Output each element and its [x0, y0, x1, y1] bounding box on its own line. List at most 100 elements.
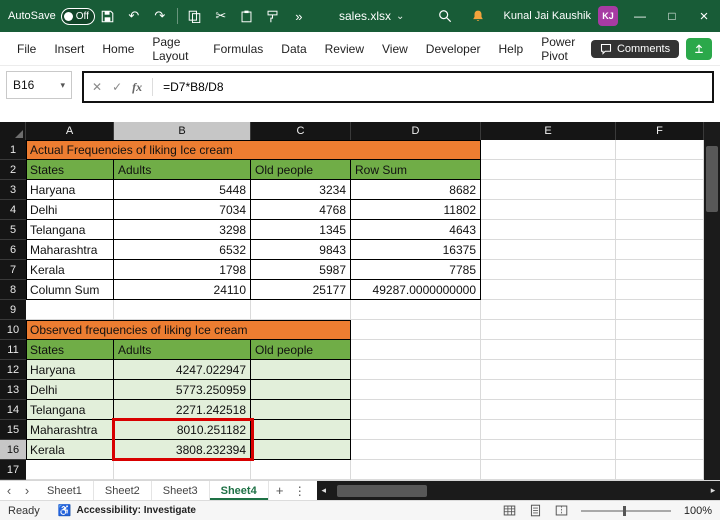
- row-header-3[interactable]: 3: [0, 180, 26, 200]
- cell-B4[interactable]: 7034: [114, 200, 251, 220]
- cell-B5[interactable]: 3298: [114, 220, 251, 240]
- cell-A16[interactable]: Kerala: [26, 440, 114, 460]
- comments-button[interactable]: Comments: [591, 40, 679, 58]
- page-break-preview-icon[interactable]: [555, 504, 568, 517]
- vertical-scroll-thumb[interactable]: [706, 146, 718, 212]
- cell-A5[interactable]: Telangana: [26, 220, 114, 240]
- cell-A1[interactable]: Actual Frequencies of liking Ice cream: [26, 140, 481, 160]
- sheet-tab-sheet1[interactable]: Sheet1: [36, 481, 94, 500]
- next-sheet-button[interactable]: ›: [18, 481, 36, 500]
- cell-F16[interactable]: [616, 440, 704, 460]
- cell-D4[interactable]: 11802: [351, 200, 481, 220]
- cell-E17[interactable]: [481, 460, 616, 480]
- cell-B17[interactable]: [114, 460, 251, 480]
- cell-F8[interactable]: [616, 280, 704, 300]
- cell-D17[interactable]: [351, 460, 481, 480]
- cell-F13[interactable]: [616, 380, 704, 400]
- column-header-A[interactable]: A: [26, 122, 114, 140]
- normal-view-icon[interactable]: [503, 504, 516, 517]
- ribbon-tab-data[interactable]: Data: [272, 42, 315, 56]
- cell-A8[interactable]: Column Sum: [26, 280, 114, 300]
- row-header-14[interactable]: 14: [0, 400, 26, 420]
- cell-D16[interactable]: [351, 440, 481, 460]
- autosave-toggle[interactable]: Off: [61, 8, 95, 25]
- cell-D5[interactable]: 4643: [351, 220, 481, 240]
- paste-icon[interactable]: [237, 5, 257, 27]
- cell-D3[interactable]: 8682: [351, 180, 481, 200]
- cell-A2[interactable]: States: [26, 160, 114, 180]
- page-layout-view-icon[interactable]: [529, 504, 542, 517]
- cell-E3[interactable]: [481, 180, 616, 200]
- cell-A13[interactable]: Delhi: [26, 380, 114, 400]
- cancel-icon[interactable]: ✕: [92, 80, 102, 94]
- document-title[interactable]: sales.xlsx ⌄: [339, 9, 404, 23]
- cell-F5[interactable]: [616, 220, 704, 240]
- cell-E8[interactable]: [481, 280, 616, 300]
- cell-C6[interactable]: 9843: [251, 240, 351, 260]
- cell-F10[interactable]: [616, 320, 704, 340]
- cell-B11[interactable]: Adults: [114, 340, 251, 360]
- name-box-dropdown-icon[interactable]: ▾: [60, 80, 65, 91]
- horizontal-scroll-thumb[interactable]: [337, 485, 427, 497]
- prev-sheet-button[interactable]: ‹: [0, 481, 18, 500]
- accessibility-status[interactable]: Accessibility: Investigate: [77, 505, 197, 516]
- cell-B2[interactable]: Adults: [114, 160, 251, 180]
- cell-D15[interactable]: [351, 420, 481, 440]
- minimize-button[interactable]: —: [624, 0, 656, 32]
- cell-E11[interactable]: [481, 340, 616, 360]
- ribbon-tab-home[interactable]: Home: [93, 42, 143, 56]
- cell-A14[interactable]: Telangana: [26, 400, 114, 420]
- alert-icon[interactable]: [468, 5, 488, 27]
- cell-A12[interactable]: Haryana: [26, 360, 114, 380]
- row-header-5[interactable]: 5: [0, 220, 26, 240]
- row-header-4[interactable]: 4: [0, 200, 26, 220]
- cell-A10[interactable]: Observed frequencies of liking Ice cream: [26, 320, 351, 340]
- cell-D11[interactable]: [351, 340, 481, 360]
- cell-E14[interactable]: [481, 400, 616, 420]
- cell-C7[interactable]: 5987: [251, 260, 351, 280]
- cell-F6[interactable]: [616, 240, 704, 260]
- cell-D7[interactable]: 7785: [351, 260, 481, 280]
- ribbon-tab-help[interactable]: Help: [490, 42, 533, 56]
- cell-F3[interactable]: [616, 180, 704, 200]
- ribbon-tab-view[interactable]: View: [373, 42, 417, 56]
- scroll-right-icon[interactable]: ▸: [706, 485, 720, 496]
- zoom-slider-knob[interactable]: [623, 506, 626, 516]
- cell-C12[interactable]: [251, 360, 351, 380]
- undo-icon[interactable]: ↶: [124, 5, 144, 27]
- ribbon-tab-power-pivot[interactable]: Power Pivot: [532, 35, 591, 63]
- ribbon-tab-insert[interactable]: Insert: [45, 42, 93, 56]
- cell-A7[interactable]: Kerala: [26, 260, 114, 280]
- cell-F2[interactable]: [616, 160, 704, 180]
- row-header-9[interactable]: 9: [0, 300, 26, 320]
- enter-icon[interactable]: ✓: [112, 80, 122, 94]
- cell-C14[interactable]: [251, 400, 351, 420]
- sheet-options-icon[interactable]: ⋮: [291, 481, 309, 500]
- row-header-8[interactable]: 8: [0, 280, 26, 300]
- sheet-tab-sheet3[interactable]: Sheet3: [152, 481, 210, 500]
- row-header-12[interactable]: 12: [0, 360, 26, 380]
- cell-B9[interactable]: [114, 300, 251, 320]
- cell-E15[interactable]: [481, 420, 616, 440]
- account-control[interactable]: Kunal Jai Kaushik KJ: [504, 6, 618, 26]
- cell-A6[interactable]: Maharashtra: [26, 240, 114, 260]
- column-header-F[interactable]: F: [616, 122, 704, 140]
- cell-E6[interactable]: [481, 240, 616, 260]
- cell-C5[interactable]: 1345: [251, 220, 351, 240]
- more-commands-icon[interactable]: »: [289, 5, 309, 27]
- cell-F12[interactable]: [616, 360, 704, 380]
- cell-C3[interactable]: 3234: [251, 180, 351, 200]
- cell-D13[interactable]: [351, 380, 481, 400]
- avatar[interactable]: KJ: [598, 6, 618, 26]
- column-header-D[interactable]: D: [351, 122, 481, 140]
- formula-input-area[interactable]: ✕ ✓ fx =D7*B8/D8: [82, 71, 714, 103]
- cell-F11[interactable]: [616, 340, 704, 360]
- sheet-tab-sheet2[interactable]: Sheet2: [94, 481, 152, 500]
- cell-E4[interactable]: [481, 200, 616, 220]
- cell-E10[interactable]: [481, 320, 616, 340]
- cell-C2[interactable]: Old people: [251, 160, 351, 180]
- save-icon[interactable]: [98, 5, 118, 27]
- cell-B16[interactable]: 3808.232394: [114, 440, 251, 460]
- cut-icon[interactable]: ✂: [211, 5, 231, 27]
- ribbon-tab-developer[interactable]: Developer: [417, 42, 490, 56]
